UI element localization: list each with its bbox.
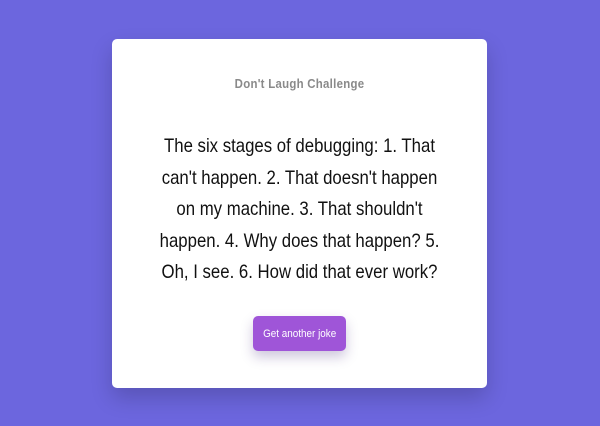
joke-text: The six stages of debugging: 1. That can…	[159, 135, 440, 283]
app-title: Don't Laugh Challenge	[234, 76, 365, 91]
get-another-joke-label: Get another joke	[262, 327, 337, 340]
joke-card: Don't Laugh Challenge The six stages of …	[112, 39, 487, 388]
get-another-joke-button[interactable]: Get another joke	[253, 316, 346, 351]
